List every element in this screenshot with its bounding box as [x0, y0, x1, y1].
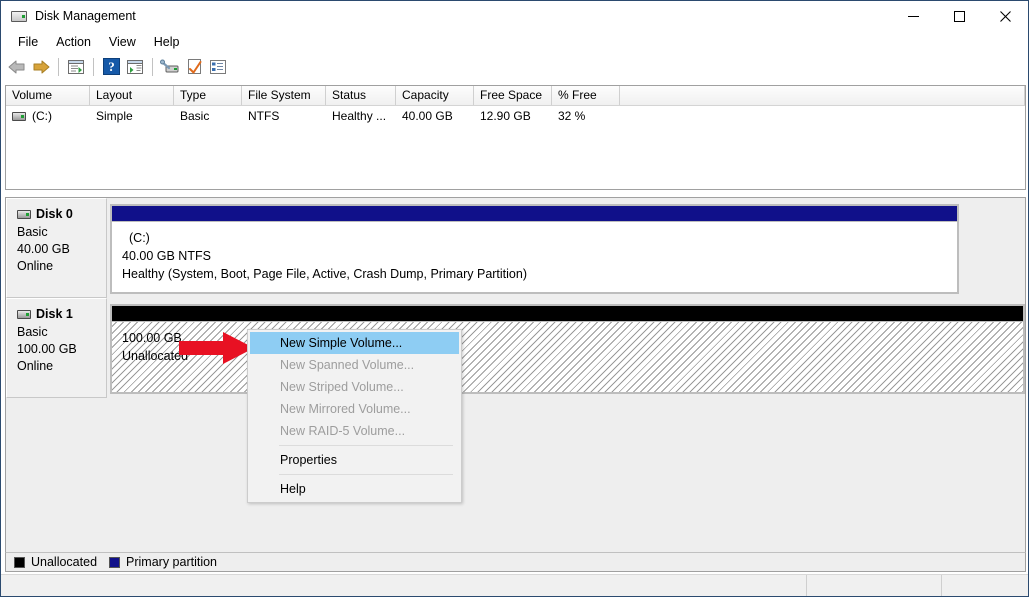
cell-file-system: NTFS: [242, 106, 326, 126]
menu-item-properties[interactable]: Properties: [248, 449, 461, 471]
rescan-disks-icon[interactable]: [158, 55, 182, 79]
partition-color-band: [110, 204, 959, 222]
column-header-type[interactable]: Type: [174, 86, 242, 105]
maximize-button[interactable]: [936, 1, 982, 31]
column-header-filler: [620, 86, 1025, 105]
partition-detail-box: (C:) 40.00 GB NTFS Healthy (System, Boot…: [110, 222, 959, 294]
status-pane-1: [1, 575, 807, 597]
cell-status: Healthy ...: [326, 106, 396, 126]
menu-item-new-raid5-volume: New RAID-5 Volume...: [248, 420, 461, 442]
table-row[interactable]: (C:) Simple Basic NTFS Healthy ... 40.00…: [6, 106, 1025, 126]
menu-action[interactable]: Action: [47, 33, 100, 51]
disk-info-panel-0[interactable]: Disk 0 Basic 40.00 GB Online: [6, 198, 107, 298]
help-icon[interactable]: ?: [99, 55, 123, 79]
legend-bar: Unallocated Primary partition: [5, 552, 1026, 572]
disk-title-0: Disk 0: [17, 207, 106, 221]
disk-info-panel-1[interactable]: Disk 1 Basic 100.00 GB Online: [6, 298, 107, 398]
disk-name-label: Disk 1: [36, 307, 73, 321]
minimize-button[interactable]: [890, 1, 936, 31]
disk-size-label: 40.00 GB: [17, 241, 106, 258]
close-button[interactable]: [982, 1, 1028, 31]
column-header-volume[interactable]: Volume: [6, 86, 90, 105]
partition-status: Healthy (System, Boot, Page File, Active…: [122, 265, 957, 283]
legend-label-primary-partition: Primary partition: [126, 555, 217, 569]
volume-list-header: Volume Layout Type File System Status Ca…: [6, 86, 1025, 106]
disk-management-window: Disk Management File Action View Help: [0, 0, 1029, 597]
disk-partitions-0: (C:) 40.00 GB NTFS Healthy (System, Boot…: [107, 198, 1025, 298]
legend-entry-primary-partition: Primary partition: [109, 555, 217, 569]
column-header-capacity[interactable]: Capacity: [396, 86, 474, 105]
disk-size-label: 100.00 GB: [17, 341, 106, 358]
menu-item-help[interactable]: Help: [248, 478, 461, 500]
show-hide-action-pane-icon[interactable]: [123, 55, 147, 79]
toolbar-separator: [93, 58, 94, 76]
disk-state-label: Online: [17, 258, 106, 275]
disk-state-label: Online: [17, 358, 106, 375]
status-bar: [1, 574, 1028, 597]
volume-icon: [12, 112, 26, 121]
partition-c[interactable]: (C:) 40.00 GB NTFS Healthy (System, Boot…: [110, 204, 959, 294]
menu-separator: [279, 474, 453, 475]
cell-capacity: 40.00 GB: [396, 106, 474, 126]
toolbar: ?: [1, 53, 1028, 81]
column-header-free-space[interactable]: Free Space: [474, 86, 552, 105]
disk-icon: [11, 8, 27, 24]
cell-volume-label: (C:): [32, 109, 52, 123]
title-bar: Disk Management: [1, 1, 1028, 31]
partition-color-band: [110, 304, 1025, 322]
menu-item-new-striped-volume: New Striped Volume...: [248, 376, 461, 398]
disk-row-0[interactable]: Disk 0 Basic 40.00 GB Online (C:) 40.00 …: [6, 198, 1025, 298]
menu-item-new-simple-volume[interactable]: New Simple Volume...: [250, 332, 459, 354]
toolbar-separator: [58, 58, 59, 76]
column-header-layout[interactable]: Layout: [90, 86, 174, 105]
window-title: Disk Management: [35, 9, 890, 23]
legend-label-unallocated: Unallocated: [31, 555, 97, 569]
status-pane-2: [807, 575, 942, 597]
cell-free-space: 12.90 GB: [474, 106, 552, 126]
graphical-disk-view: Disk 0 Basic 40.00 GB Online (C:) 40.00 …: [5, 197, 1026, 552]
column-header-status[interactable]: Status: [326, 86, 396, 105]
show-hide-console-tree-icon[interactable]: [64, 55, 88, 79]
cell-type: Basic: [174, 106, 242, 126]
cell-layout: Simple: [90, 106, 174, 126]
svg-text:?: ?: [108, 59, 115, 74]
context-menu[interactable]: New Simple Volume... New Spanned Volume.…: [247, 329, 462, 503]
disk-name-label: Disk 0: [36, 207, 73, 221]
menu-item-new-mirrored-volume: New Mirrored Volume...: [248, 398, 461, 420]
disk-partitions-1: 100.00 GB Unallocated: [107, 298, 1025, 398]
cell-percent-free: 32 %: [552, 106, 620, 126]
disk-icon: [17, 310, 31, 319]
list-view-icon[interactable]: [206, 55, 230, 79]
menu-bar: File Action View Help: [1, 31, 1028, 53]
menu-help[interactable]: Help: [145, 33, 189, 51]
column-header-percent-free[interactable]: % Free: [552, 86, 620, 105]
menu-view[interactable]: View: [100, 33, 145, 51]
cell-volume: (C:): [6, 106, 90, 126]
disk-icon: [17, 210, 31, 219]
forward-icon[interactable]: [29, 55, 53, 79]
menu-separator: [279, 445, 453, 446]
partition-label: (C:): [122, 229, 957, 247]
legend-swatch-primary-partition: [109, 557, 120, 568]
legend-entry-unallocated: Unallocated: [14, 555, 97, 569]
column-header-file-system[interactable]: File System: [242, 86, 326, 105]
partition-size-fs: 40.00 GB NTFS: [122, 247, 957, 265]
menu-file[interactable]: File: [9, 33, 47, 51]
disk-title-1: Disk 1: [17, 307, 106, 321]
legend-swatch-unallocated: [14, 557, 25, 568]
properties-icon[interactable]: [182, 55, 206, 79]
back-icon[interactable]: [5, 55, 29, 79]
menu-item-new-spanned-volume: New Spanned Volume...: [248, 354, 461, 376]
toolbar-separator: [152, 58, 153, 76]
status-pane-3: [942, 575, 1028, 597]
disk-type-label: Basic: [17, 324, 106, 341]
volume-list[interactable]: Volume Layout Type File System Status Ca…: [5, 85, 1026, 190]
disk-row-1[interactable]: Disk 1 Basic 100.00 GB Online 100.00 GB …: [6, 298, 1025, 398]
disk-type-label: Basic: [17, 224, 106, 241]
